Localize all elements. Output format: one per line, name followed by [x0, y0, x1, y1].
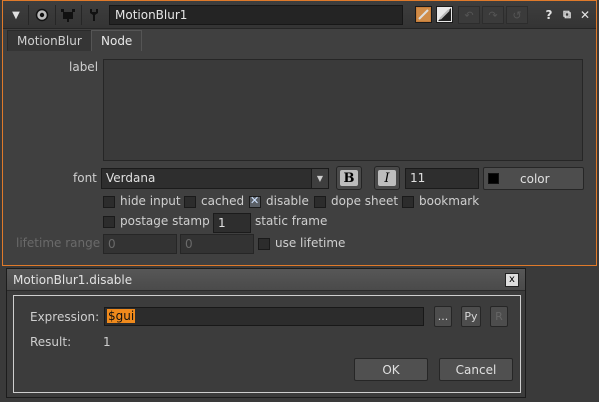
ellipsis-button[interactable]: ...	[434, 306, 452, 327]
expression-text: $gui	[107, 309, 136, 323]
node-properties-panel: ▼ MotionBlur1 ↶ ↷ ↺ ? ⧉ ✕ MotionBlur Nod…	[2, 0, 597, 266]
lifetime-range-label: lifetime range	[16, 236, 101, 250]
triangle-down-icon[interactable]: ▼	[7, 5, 25, 25]
use-lifetime-checkbox[interactable]	[258, 238, 270, 250]
disable-label: disable	[266, 194, 309, 208]
expression-label: Expression:	[30, 310, 100, 324]
node-color-button[interactable]	[415, 6, 432, 23]
node-name-input[interactable]: MotionBlur1	[109, 5, 403, 25]
circle-icon	[35, 8, 49, 22]
toolbar-separator	[81, 5, 82, 25]
chevron-down-icon[interactable]: ▼	[311, 169, 328, 188]
undo-icon: ↶	[464, 8, 474, 22]
postage-stamp-label: postage stamp	[120, 214, 210, 228]
bold-icon: B	[340, 170, 358, 186]
color-swatch	[488, 173, 499, 184]
tab-node[interactable]: Node	[91, 30, 143, 51]
dope-sheet-checkbox[interactable]	[314, 196, 326, 208]
bold-button[interactable]: B	[336, 166, 362, 190]
dialog-content: Expression: $gui ... Py R Result: 1 OK C…	[13, 295, 521, 393]
python-button[interactable]: Py	[461, 306, 481, 327]
label-textarea[interactable]	[103, 59, 583, 161]
color-button[interactable]: color	[483, 167, 584, 190]
revert-icon: ↺	[512, 8, 522, 22]
node-color-icon	[417, 8, 430, 21]
hide-input-label: hide input	[120, 194, 181, 208]
bookmark-label: bookmark	[419, 194, 480, 208]
expression-dialog: MotionBlur1.disable x Expression: $gui .…	[6, 268, 526, 398]
lifetime-end-input[interactable]: 0	[180, 234, 254, 254]
toolbar-separator	[28, 5, 29, 25]
ok-button[interactable]: OK	[354, 358, 428, 381]
settings-button[interactable]	[84, 5, 104, 25]
node-graph-icon	[61, 9, 75, 22]
label-field-label: label	[69, 60, 99, 74]
wrench-icon	[90, 9, 98, 21]
font-value: Verdana	[106, 171, 156, 185]
font-dropdown[interactable]: Verdana ▼	[101, 168, 329, 189]
use-lifetime-label: use lifetime	[275, 236, 346, 250]
dialog-title-bar: MotionBlur1.disable x	[7, 269, 525, 291]
italic-button[interactable]: I	[374, 166, 400, 190]
tab-motionblur[interactable]: MotionBlur	[7, 30, 92, 51]
static-frame-input[interactable]: 1	[213, 213, 251, 233]
node-graph-button[interactable]	[58, 5, 78, 25]
cached-label: cached	[201, 194, 245, 208]
toolbar-separator	[55, 5, 56, 25]
bookmark-checkbox[interactable]	[402, 196, 414, 208]
postage-stamp-checkbox[interactable]	[103, 216, 115, 228]
font-field-label: font	[73, 171, 97, 185]
font-color-icon	[438, 8, 451, 21]
result-value: 1	[103, 335, 111, 349]
result-label: Result:	[30, 335, 72, 349]
lifetime-start-input[interactable]: 0	[103, 234, 177, 254]
font-size-input[interactable]: 11	[405, 168, 479, 189]
undo-button[interactable]: ↶	[458, 6, 480, 24]
r-button[interactable]: R	[490, 306, 508, 327]
hide-input-checkbox[interactable]	[103, 196, 115, 208]
italic-icon: I	[378, 170, 396, 186]
static-frame-label: static frame	[255, 214, 328, 228]
font-color-button[interactable]	[436, 6, 453, 23]
redo-button[interactable]: ↷	[482, 6, 504, 24]
tab-bar: MotionBlur Node	[3, 29, 596, 51]
color-button-label: color	[520, 172, 550, 186]
view-node-button[interactable]	[32, 5, 52, 25]
cancel-button[interactable]: Cancel	[439, 358, 513, 381]
expression-input[interactable]: $gui	[104, 307, 424, 326]
help-icon[interactable]: ?	[540, 6, 558, 24]
panel-toolbar: ▼ MotionBlur1 ↶ ↷ ↺ ? ⧉ ✕	[3, 1, 596, 29]
dialog-close-button[interactable]: x	[505, 273, 519, 287]
redo-icon: ↷	[488, 8, 498, 22]
dope-sheet-label: dope sheet	[331, 194, 399, 208]
disable-checkbox[interactable]	[249, 194, 261, 208]
close-icon[interactable]: ✕	[576, 6, 594, 24]
float-panel-icon[interactable]: ⧉	[558, 6, 576, 24]
revert-button[interactable]: ↺	[506, 6, 528, 24]
dialog-title: MotionBlur1.disable	[13, 273, 133, 287]
cached-checkbox[interactable]	[184, 196, 196, 208]
